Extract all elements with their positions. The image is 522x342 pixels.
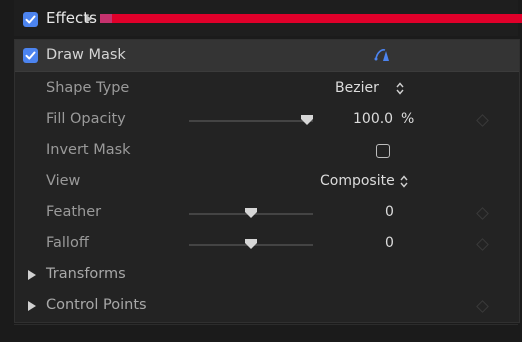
control-points-label: Control Points (46, 297, 147, 313)
keyframe-button-icon[interactable] (476, 300, 489, 313)
fill-opacity-value[interactable]: 100.0 (353, 111, 393, 127)
view-popup[interactable]: Composite (320, 173, 395, 189)
inspector-frame: Effects Draw Mask Shape Type Bezier Fill… (0, 0, 522, 342)
disclosure-arrow-icon[interactable] (86, 15, 92, 23)
fill-opacity-label: Fill Opacity (46, 111, 126, 127)
slider-thumb-icon[interactable] (245, 207, 257, 219)
popup-arrows-icon[interactable] (396, 82, 404, 95)
feather-label: Feather (46, 204, 102, 220)
invert-mask-row: Invert Mask (15, 135, 519, 166)
bezier-mask-tool-icon[interactable] (374, 47, 392, 67)
falloff-label: Falloff (46, 235, 89, 251)
view-label: View (46, 173, 81, 189)
fill-opacity-row: Fill Opacity 100.0 % (15, 104, 519, 135)
disclosure-triangle-icon[interactable] (28, 270, 36, 280)
draw-mask-checkbox[interactable] (23, 48, 38, 63)
effects-checkbox[interactable] (23, 12, 38, 27)
draw-mask-header-row[interactable]: Draw Mask (15, 40, 519, 72)
transforms-group-row[interactable]: Transforms (15, 259, 519, 290)
shape-type-row: Shape Type Bezier (15, 73, 519, 104)
keyframe-button-icon[interactable] (476, 238, 489, 251)
draw-mask-label: Draw Mask (46, 47, 126, 63)
control-points-group-row[interactable]: Control Points (15, 290, 519, 321)
fill-opacity-slider[interactable] (189, 115, 313, 125)
checkmark-icon (25, 15, 36, 24)
slider-thumb-icon[interactable] (245, 238, 257, 250)
keyframe-button-icon[interactable] (476, 114, 489, 127)
effects-highlight-bar (100, 14, 522, 23)
view-row: View Composite (15, 166, 519, 197)
feather-value[interactable]: 0 (385, 204, 394, 220)
effects-header[interactable]: Effects (14, 0, 522, 36)
slider-thumb-icon[interactable] (301, 114, 313, 126)
feather-slider[interactable] (189, 208, 313, 218)
falloff-value[interactable]: 0 (385, 235, 394, 251)
transforms-label: Transforms (46, 266, 126, 282)
fill-opacity-unit: % (401, 111, 415, 127)
popup-arrows-icon[interactable] (400, 175, 408, 188)
disclosure-triangle-icon[interactable] (28, 301, 36, 311)
highlight-glitch (100, 14, 112, 23)
draw-mask-panel: Draw Mask Shape Type Bezier Fill Opacity (14, 39, 520, 323)
invert-mask-checkbox[interactable] (376, 144, 390, 158)
shape-type-popup[interactable]: Bezier (335, 80, 379, 96)
feather-row: Feather 0 (15, 197, 519, 228)
falloff-row: Falloff 0 (15, 228, 519, 259)
keyframe-button-icon[interactable] (476, 207, 489, 220)
invert-mask-label: Invert Mask (46, 142, 131, 158)
checkmark-icon (25, 51, 36, 60)
falloff-slider[interactable] (189, 239, 313, 249)
inspector-bottom-bar (14, 324, 518, 342)
shape-type-label: Shape Type (46, 80, 130, 96)
